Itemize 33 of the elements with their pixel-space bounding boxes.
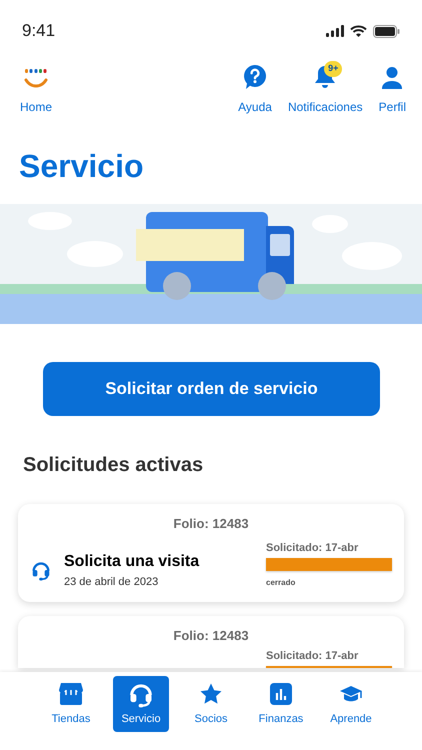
store-icon: [58, 682, 84, 706]
person-icon: [381, 66, 404, 90]
nav-tab[interactable]: Servicio: [113, 676, 169, 732]
folio-label: Folio: 12483: [172, 515, 250, 533]
request-title: Solicita una visita: [64, 552, 200, 572]
requested-date: Solicitado: 17-abr: [266, 540, 360, 556]
status-time: 9:41: [22, 20, 56, 42]
nav-tab[interactable]: Tiendas: [43, 676, 99, 732]
battery-icon: [373, 24, 400, 38]
page-title: Servicio: [18, 147, 145, 186]
help-link[interactable]: Ayuda: [238, 64, 272, 116]
signal-icon: [326, 25, 344, 37]
notification-badge: 9+: [324, 61, 342, 77]
status-label: cerrado: [266, 577, 296, 589]
profile-link[interactable]: Perfil: [378, 64, 406, 116]
requested-date: Solicitado: 17-abr: [266, 648, 360, 664]
request-service-button[interactable]: Solicitar orden de servicio: [43, 362, 380, 416]
request-date: 23 de abril de 2023: [64, 574, 160, 590]
help-icon: [243, 64, 268, 90]
graduation-cap-icon: [339, 684, 363, 704]
request-card[interactable]: Folio: 12483 Solicita una visita 23 de abril de 2023 Solicitado: 17-abr cerrado: [18, 504, 404, 602]
folio-label: Folio: 12483: [172, 627, 250, 645]
section-title: Solicitudes activas: [22, 453, 204, 478]
wifi-icon: [350, 25, 367, 37]
request-card[interactable]: Folio: 12483 Solicitado: 17-abr: [18, 616, 404, 668]
notifications-link[interactable]: 9+ Notificaciones: [288, 64, 363, 116]
home-link[interactable]: Home: [20, 68, 52, 116]
nav-tab[interactable]: Socios: [183, 676, 239, 732]
nav-tab[interactable]: Finanzas: [253, 676, 309, 732]
star-icon: [199, 682, 223, 706]
nav-tab[interactable]: Aprende: [323, 676, 379, 732]
smile-logo-icon: [24, 68, 48, 90]
bar-chart-icon: [270, 682, 292, 705]
